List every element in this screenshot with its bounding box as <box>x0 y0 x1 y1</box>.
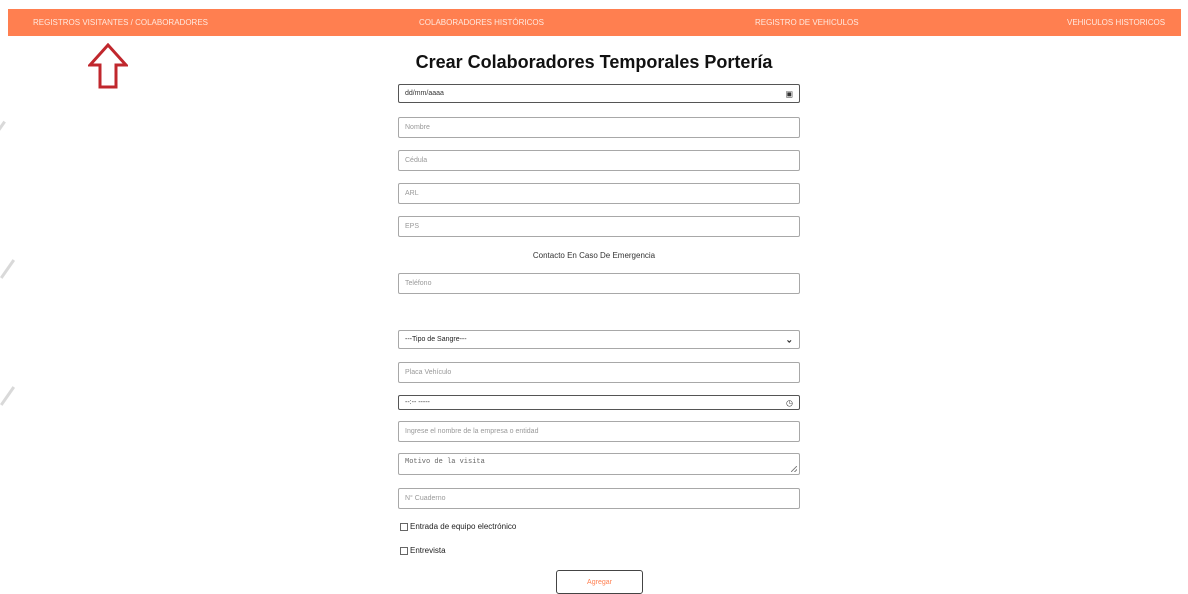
eps-placeholder: EPS <box>405 223 420 230</box>
decorative-stroke <box>0 120 6 138</box>
company-input[interactable]: Ingrese el nombre de la empresa o entida… <box>398 421 800 442</box>
nav-registros-visitantes[interactable]: REGISTROS VISITANTES / COLABORADORES <box>33 9 208 36</box>
emergency-contact-heading: Contacto En Caso De Emergencia <box>532 251 656 260</box>
arl-input[interactable]: ARL <box>398 183 800 204</box>
visit-reason-placeholder: Motivo de la visita <box>405 458 485 466</box>
vehicle-plate-input[interactable]: Placa Vehículo <box>398 362 800 383</box>
interview-checkbox[interactable] <box>400 546 408 555</box>
vehicle-plate-placeholder: Placa Vehículo <box>405 369 452 376</box>
id-number-input[interactable]: Cédula <box>398 150 800 171</box>
eps-input[interactable]: EPS <box>398 216 800 237</box>
phone-placeholder: Teléfono <box>405 280 432 287</box>
name-input[interactable]: Nombre <box>398 117 800 138</box>
electronic-equipment-row: Entrada de equipo electrónico <box>400 522 516 531</box>
phone-input[interactable]: Teléfono <box>398 273 800 294</box>
decorative-stroke <box>0 259 16 279</box>
interview-row: Entrevista <box>400 546 446 555</box>
page-title: Crear Colaboradores Temporales Portería <box>415 52 773 72</box>
decorative-stroke <box>0 386 16 406</box>
resize-handle[interactable] <box>791 466 797 472</box>
notebook-number-placeholder: N° Cuaderno <box>405 495 446 502</box>
id-number-placeholder: Cédula <box>405 157 428 164</box>
time-input-value: --:-- ----- <box>405 399 430 406</box>
blood-type-selected: ---Tipo de Sangre--- <box>405 336 467 343</box>
add-button[interactable]: Agregar <box>556 570 643 594</box>
date-input[interactable]: dd/mm/aaaa ▣ <box>398 84 800 103</box>
notebook-number-input[interactable]: N° Cuaderno <box>398 488 800 509</box>
nav-registro-vehiculos[interactable]: REGISTRO DE VEHICULOS <box>755 9 859 36</box>
calendar-icon[interactable]: ▣ <box>785 89 793 98</box>
time-input[interactable]: --:-- ----- ◷ <box>398 395 800 410</box>
company-placeholder: Ingrese el nombre de la empresa o entida… <box>405 428 539 435</box>
name-placeholder: Nombre <box>405 124 430 131</box>
nav-vehiculos-historicos[interactable]: VEHICULOS HISTORICOS <box>1067 9 1165 36</box>
blood-type-select[interactable]: ---Tipo de Sangre--- ⌄ <box>398 330 800 349</box>
electronic-equipment-label: Entrada de equipo electrónico <box>410 522 517 531</box>
nav-colaboradores-historicos[interactable]: COLABORADORES HISTÓRICOS <box>419 9 544 36</box>
top-navbar: REGISTROS VISITANTES / COLABORADORES COL… <box>8 9 1181 36</box>
clock-icon[interactable]: ◷ <box>786 398 793 407</box>
date-input-value: dd/mm/aaaa <box>405 90 444 97</box>
visit-reason-textarea[interactable]: Motivo de la visita <box>398 453 800 475</box>
arl-placeholder: ARL <box>405 190 419 197</box>
electronic-equipment-checkbox[interactable] <box>400 522 408 531</box>
interview-label: Entrevista <box>410 546 446 555</box>
chevron-down-icon: ⌄ <box>785 334 793 344</box>
